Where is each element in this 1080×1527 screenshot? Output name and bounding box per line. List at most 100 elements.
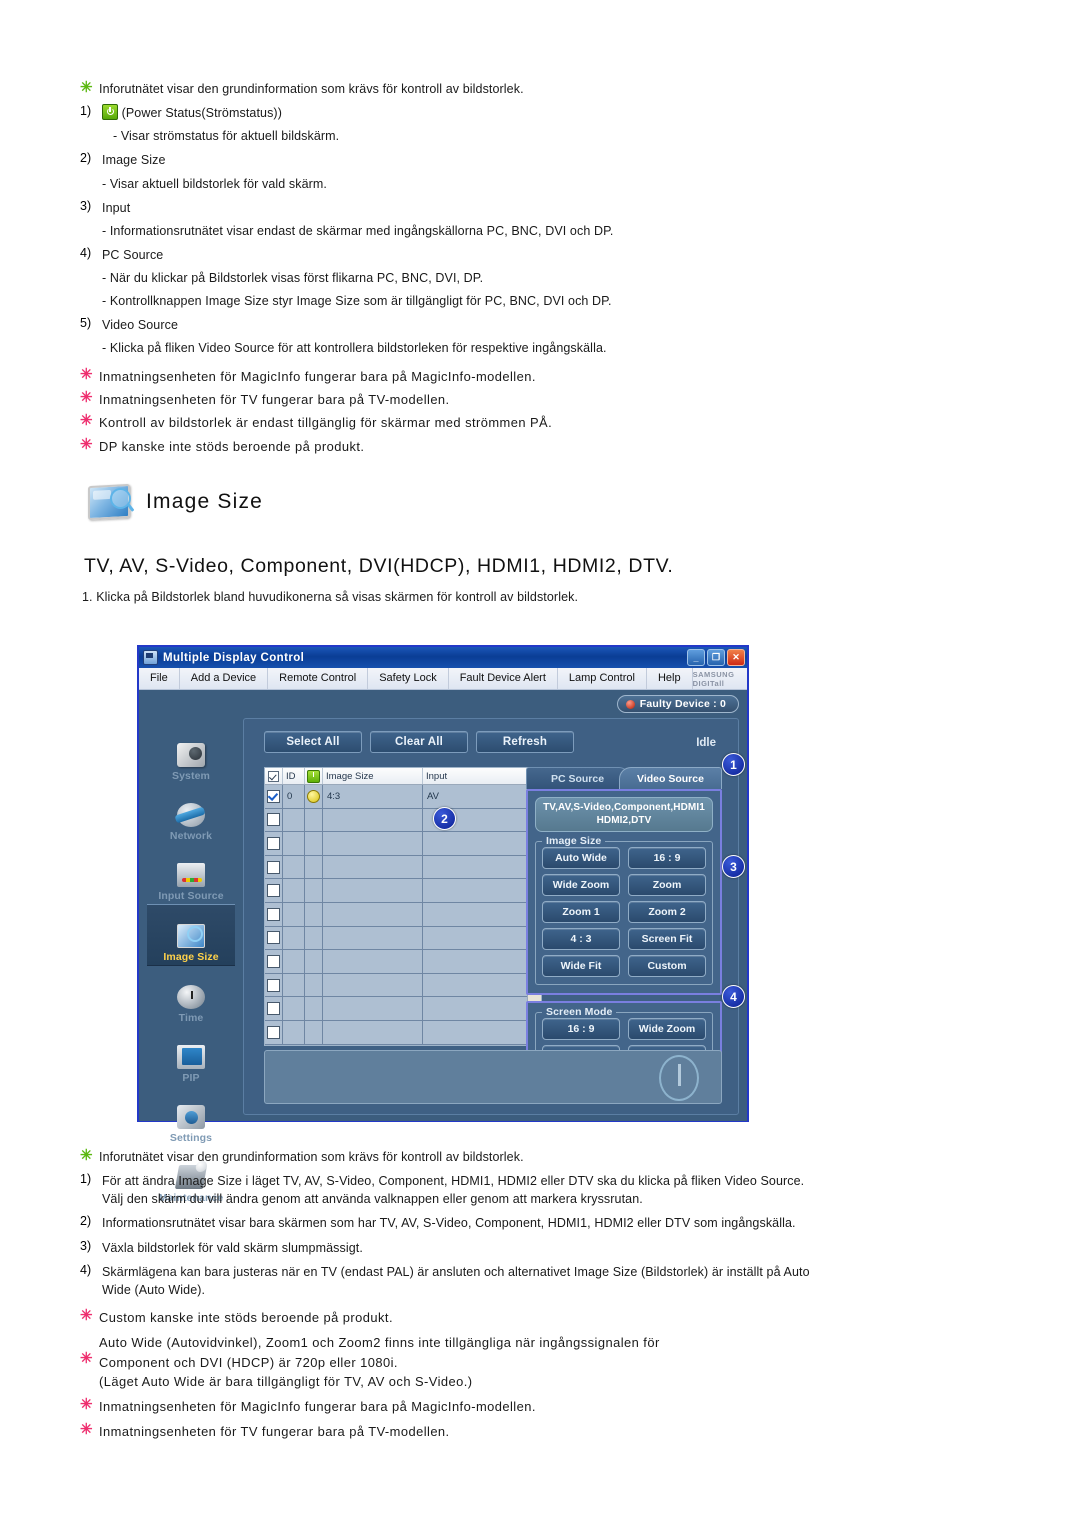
note-pink-text-line-3: (Läget Auto Wide är bara tillgängligt fö… xyxy=(99,1373,473,1389)
list-number: 2) xyxy=(80,1214,92,1229)
row-image-size xyxy=(323,879,423,902)
screen-fit-button[interactable]: Screen Fit xyxy=(628,928,706,950)
screen-mode-legend: Screen Mode xyxy=(542,1006,617,1018)
table-row[interactable] xyxy=(265,808,527,833)
green-star-icon: ✳ xyxy=(80,1147,93,1164)
list-label: Image Size xyxy=(102,153,166,168)
list-number: 3) xyxy=(80,1238,92,1253)
wide-fit-button[interactable]: Wide Fit xyxy=(542,955,620,977)
row-checkbox[interactable] xyxy=(265,785,283,808)
menu-item-add-a-device[interactable]: Add a Device xyxy=(180,668,269,689)
row-checkbox[interactable] xyxy=(265,879,283,902)
menubar[interactable]: File Add a Device Remote Control Safety … xyxy=(139,668,747,690)
note-pink-text: Inmatningsenheten för MagicInfo fungerar… xyxy=(99,1399,536,1415)
sidebar-item-image-size[interactable]: Image Size xyxy=(147,904,235,966)
sixteen-nine-button[interactable]: 16 : 9 xyxy=(628,847,706,869)
app-icon xyxy=(143,650,158,665)
row-checkbox[interactable] xyxy=(265,973,283,997)
grid-toolbar[interactable]: Select All Clear All Refresh xyxy=(264,731,574,753)
row-checkbox[interactable] xyxy=(265,808,283,832)
zoom-2-button[interactable]: Zoom 2 xyxy=(628,901,706,923)
minimize-button[interactable]: _ xyxy=(687,649,705,666)
table-row[interactable] xyxy=(265,973,527,998)
table-row[interactable] xyxy=(265,926,527,951)
select-all-button[interactable]: Select All xyxy=(264,731,362,753)
sidebar-item-input-source[interactable]: Input Source xyxy=(147,844,235,904)
screen-mode-sixteen-nine-button[interactable]: 16 : 9 xyxy=(542,1018,620,1040)
tab-pc-source[interactable]: PC Source xyxy=(526,767,629,789)
custom-button[interactable]: Custom xyxy=(628,955,706,977)
row-power-icon xyxy=(305,950,323,973)
table-row[interactable] xyxy=(265,950,527,974)
note-intro: ✳ Inforutnätet visar den grundinformatio… xyxy=(80,1148,820,1166)
table-row[interactable] xyxy=(265,832,527,856)
menu-item-lamp-control[interactable]: Lamp Control xyxy=(558,668,647,689)
menu-item-file[interactable]: File xyxy=(139,668,180,689)
green-star-icon: ✳ xyxy=(80,79,93,96)
list-line: Välj den skärm du vill ändra genom att a… xyxy=(102,1192,643,1207)
screen-mode-wide-zoom-button[interactable]: Wide Zoom xyxy=(628,1018,706,1040)
table-row[interactable] xyxy=(265,997,527,1021)
row-power-icon xyxy=(305,1020,323,1044)
source-list-banner: TV,AV,S-Video,Component,HDMI1 HDMI2,DTV xyxy=(535,797,713,832)
row-checkbox[interactable] xyxy=(265,997,283,1020)
image-size-fieldset: Image Size Auto Wide 16 : 9 Wide Zoom Zo… xyxy=(535,835,713,985)
list-label: Input xyxy=(102,200,131,215)
grid-header-checkbox[interactable] xyxy=(265,768,283,784)
note-pink-text: Inmatningsenheten för TV fungerar bara p… xyxy=(99,1423,450,1439)
source-list-line-1: TV,AV,S-Video,Component,HDMI1 xyxy=(543,802,705,813)
auto-wide-button[interactable]: Auto Wide xyxy=(542,847,620,869)
row-input xyxy=(423,927,527,950)
clear-all-button[interactable]: Clear All xyxy=(370,731,468,753)
row-checkbox[interactable] xyxy=(265,855,283,879)
sidebar-item-pip[interactable]: PIP xyxy=(147,1026,235,1086)
maximize-button[interactable]: ❐ xyxy=(707,649,725,666)
sidebar-item-system[interactable]: System xyxy=(147,724,235,784)
device-grid[interactable]: ID Image Size Input 0 4:3 AV xyxy=(264,767,542,1046)
table-row[interactable]: 0 4:3 AV xyxy=(265,785,527,809)
list-item: 1) (Power Status(Strömstatus)) xyxy=(80,104,800,122)
image-size-button-grid[interactable]: Auto Wide 16 : 9 Wide Zoom Zoom Zoom 1 Z… xyxy=(542,847,706,977)
window-controls[interactable]: _ ❐ ✕ xyxy=(687,649,745,666)
sidebar-item-network[interactable]: Network xyxy=(147,784,235,844)
row-checkbox[interactable] xyxy=(265,902,283,926)
sidebar-item-time[interactable]: Time xyxy=(147,966,235,1026)
list-item: 1) För att ändra Image Size i läget TV, … xyxy=(80,1172,820,1208)
table-row[interactable] xyxy=(265,879,527,903)
menu-item-help[interactable]: Help xyxy=(647,668,693,689)
sidebar-item-settings[interactable]: Settings xyxy=(147,1086,235,1146)
close-button[interactable]: ✕ xyxy=(727,649,745,666)
dash-marker xyxy=(102,127,113,145)
row-checkbox[interactable] xyxy=(265,950,283,973)
table-row[interactable] xyxy=(265,902,527,927)
list-number: 4) xyxy=(80,245,92,260)
zoom-button[interactable]: Zoom xyxy=(628,874,706,896)
four-three-button[interactable]: 4 : 3 xyxy=(542,928,620,950)
source-tabs[interactable]: PC Source Video Source xyxy=(526,767,722,789)
row-checkbox[interactable] xyxy=(265,926,283,950)
menu-item-remote-control[interactable]: Remote Control xyxy=(268,668,369,689)
mdc-application-window[interactable]: Multiple Display Control _ ❐ ✕ File Add … xyxy=(137,645,749,1204)
wide-zoom-button[interactable]: Wide Zoom xyxy=(542,874,620,896)
sub-line: - Visar strömstatus för aktuell bildskär… xyxy=(102,127,800,145)
tab-video-source[interactable]: Video Source xyxy=(619,767,722,789)
row-input xyxy=(423,950,527,973)
row-checkbox[interactable] xyxy=(265,832,283,855)
menu-item-fault-device-alert[interactable]: Fault Device Alert xyxy=(449,668,558,689)
section-subtitle: TV, AV, S-Video, Component, DVI(HDCP), H… xyxy=(84,555,674,577)
sidebar[interactable]: System Network Input Source Image Size T… xyxy=(147,724,235,1206)
sidebar-item-label: Image Size xyxy=(163,951,219,963)
sub-line: - När du klickar på Bildstorlek visas fö… xyxy=(102,271,484,285)
table-row[interactable] xyxy=(265,855,527,880)
refresh-button[interactable]: Refresh xyxy=(476,731,574,753)
zoom-1-button[interactable]: Zoom 1 xyxy=(542,901,620,923)
menu-item-safety-lock[interactable]: Safety Lock xyxy=(368,668,449,689)
page-title: Image Size xyxy=(146,490,264,513)
row-checkbox[interactable] xyxy=(265,1020,283,1044)
select-all-checkbox-icon[interactable] xyxy=(268,770,279,782)
input-source-icon xyxy=(174,861,208,889)
grid-body: 0 4:3 AV xyxy=(265,785,541,1045)
power-status-icon xyxy=(102,104,118,121)
note-pink-text: Kontroll av bildstorlek är endast tillgä… xyxy=(99,415,553,431)
table-row[interactable] xyxy=(265,1020,527,1045)
